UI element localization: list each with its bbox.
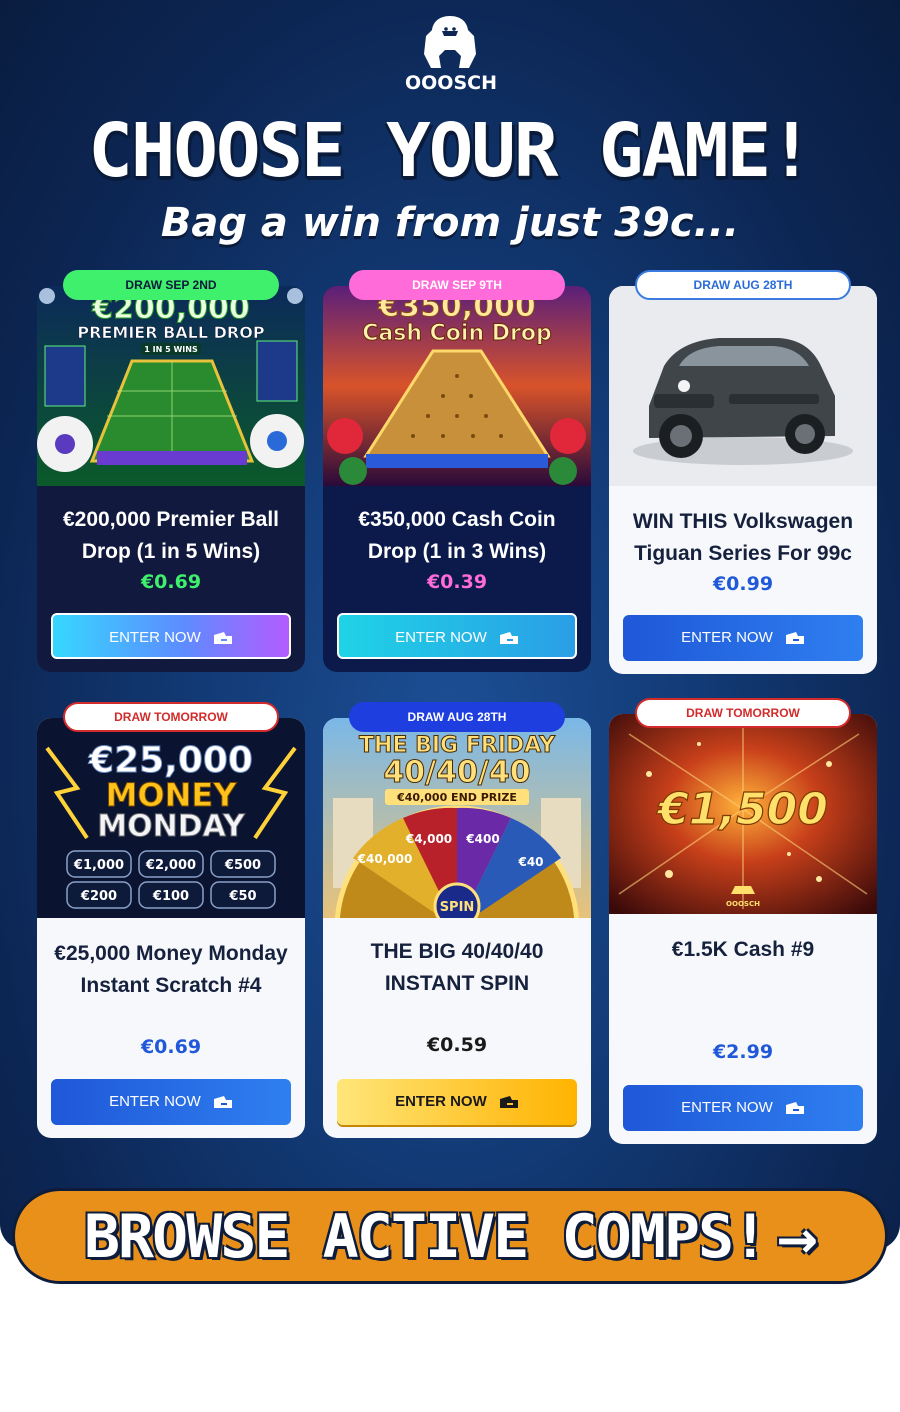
wheel-segment: €400 bbox=[465, 832, 499, 846]
enter-now-button[interactable]: ENTER NOW bbox=[623, 1085, 863, 1131]
game-image bbox=[609, 286, 877, 486]
game-price: €0.99 bbox=[712, 573, 774, 595]
wheel-segment: €40,000 bbox=[357, 852, 413, 866]
wheel-segment: €4,000 bbox=[405, 832, 452, 846]
gorilla-icon bbox=[424, 16, 476, 68]
image-amount: €25,000 bbox=[88, 740, 253, 781]
wheel-segment: €40 bbox=[517, 855, 543, 869]
game-price: €0.59 bbox=[426, 1034, 488, 1056]
ticket-icon bbox=[213, 1096, 232, 1109]
draw-date-badge: DRAW SEP 2ND bbox=[63, 270, 279, 300]
prize-tile: €200 bbox=[80, 889, 117, 904]
brand-name: OOOSCH bbox=[405, 72, 497, 94]
game-card[interactable]: DRAW AUG 28TH WIN THIS Volkswagen Tiguan… bbox=[609, 270, 877, 674]
game-image: €200,000 PREMIER BALL DROP 1 IN 5 WINS bbox=[37, 286, 305, 486]
game-card[interactable]: DRAW AUG 28TH THE BIG FRIDAY 40/40/40 €4… bbox=[323, 702, 591, 1138]
game-card[interactable]: DRAW TOMORROW €25,000 MONEY MONDAY €1,00… bbox=[37, 702, 305, 1138]
game-title: €200,000 Premier Ball Drop (1 in 5 Wins) bbox=[63, 508, 279, 563]
ticket-icon bbox=[213, 632, 232, 645]
game-price: €0.69 bbox=[140, 571, 202, 593]
prize-tile: €2,000 bbox=[145, 858, 196, 873]
draw-date-badge: DRAW AUG 28TH bbox=[349, 702, 565, 732]
game-image: €350,000 Cash Coin Drop bbox=[323, 286, 591, 486]
game-title: €25,000 Money Monday Instant Scratch #4 bbox=[54, 942, 288, 997]
game-card[interactable]: DRAW SEP 2ND €200,000 PREMIER BALL DROP … bbox=[37, 270, 305, 672]
image-name: PREMIER BALL DROP bbox=[77, 323, 264, 342]
draw-date-badge: DRAW TOMORROW bbox=[63, 702, 279, 732]
game-price: €0.39 bbox=[426, 571, 488, 593]
enter-now-button[interactable]: ENTER NOW bbox=[623, 615, 863, 661]
enter-now-label: ENTER NOW bbox=[395, 1093, 487, 1110]
hero-panel: OOOSCH CHOOSE YOUR GAME! Bag a win from … bbox=[0, 0, 900, 1250]
prize-tile: €50 bbox=[228, 889, 256, 904]
image-name: Cash Coin Drop bbox=[362, 321, 552, 346]
game-price: €2.99 bbox=[712, 1041, 774, 1063]
enter-now-button[interactable]: ENTER NOW bbox=[51, 1079, 291, 1125]
enter-now-button[interactable]: ENTER NOW bbox=[337, 613, 577, 659]
brand-logo[interactable]: OOOSCH bbox=[405, 14, 497, 96]
draw-date-badge: DRAW SEP 9TH bbox=[349, 270, 565, 300]
browse-active-comps-button[interactable]: BROWSE ACTIVE COMPS! → bbox=[12, 1188, 888, 1284]
image-logo: OOOSCH bbox=[726, 900, 760, 908]
game-title: €1.5K Cash #9 bbox=[671, 938, 815, 961]
enter-now-label: ENTER NOW bbox=[395, 629, 487, 646]
image-line3: MONDAY bbox=[97, 809, 246, 844]
game-image: THE BIG FRIDAY 40/40/40 €40,000 END PRIZ… bbox=[323, 718, 591, 918]
enter-now-label: ENTER NOW bbox=[681, 629, 773, 646]
game-title: WIN THIS Volkswagen Tiguan Series For 99… bbox=[632, 510, 854, 565]
enter-now-button[interactable]: ENTER NOW bbox=[337, 1079, 577, 1125]
game-title: THE BIG 40/40/40 INSTANT SPIN bbox=[370, 940, 544, 995]
browse-label: BROWSE ACTIVE COMPS! bbox=[83, 1202, 768, 1272]
spin-label: SPIN bbox=[440, 900, 475, 915]
prize-tile: €100 bbox=[152, 889, 189, 904]
ticket-icon bbox=[785, 632, 804, 645]
game-image: €1,500 OOOSCH bbox=[609, 714, 877, 914]
ticket-icon bbox=[499, 1096, 518, 1109]
ticket-icon bbox=[499, 632, 518, 645]
game-image: €25,000 MONEY MONDAY €1,000 €2,000 €500 … bbox=[37, 718, 305, 918]
ticket-icon bbox=[785, 1102, 804, 1115]
draw-date-badge: DRAW TOMORROW bbox=[635, 698, 851, 728]
image-line2: 40/40/40 bbox=[383, 755, 530, 790]
page-title: CHOOSE YOUR GAME! bbox=[88, 108, 813, 194]
prize-tile: €500 bbox=[224, 858, 261, 873]
page-subtitle: Bag a win from just 39c... bbox=[160, 200, 740, 246]
enter-now-label: ENTER NOW bbox=[109, 1093, 201, 1110]
image-line3: €40,000 END PRIZE bbox=[396, 791, 517, 804]
image-odds: 1 IN 5 WINS bbox=[144, 345, 198, 354]
enter-now-button[interactable]: ENTER NOW bbox=[51, 613, 291, 659]
draw-date-badge: DRAW AUG 28TH bbox=[635, 270, 851, 300]
prize-tile: €1,000 bbox=[73, 858, 124, 873]
game-price: €0.69 bbox=[140, 1036, 202, 1058]
game-card[interactable]: DRAW TOMORROW €1,500 OOOSCH €1.5K Cash #… bbox=[609, 698, 877, 1144]
enter-now-label: ENTER NOW bbox=[681, 1099, 773, 1116]
game-title: €350,000 Cash Coin Drop (1 in 3 Wins) bbox=[358, 508, 556, 563]
image-amount: €1,500 bbox=[656, 784, 828, 835]
enter-now-label: ENTER NOW bbox=[109, 629, 201, 646]
arrow-right-icon: → bbox=[776, 1211, 818, 1269]
game-card[interactable]: DRAW SEP 9TH €350,000 Cash Coin Drop €35… bbox=[323, 270, 591, 672]
